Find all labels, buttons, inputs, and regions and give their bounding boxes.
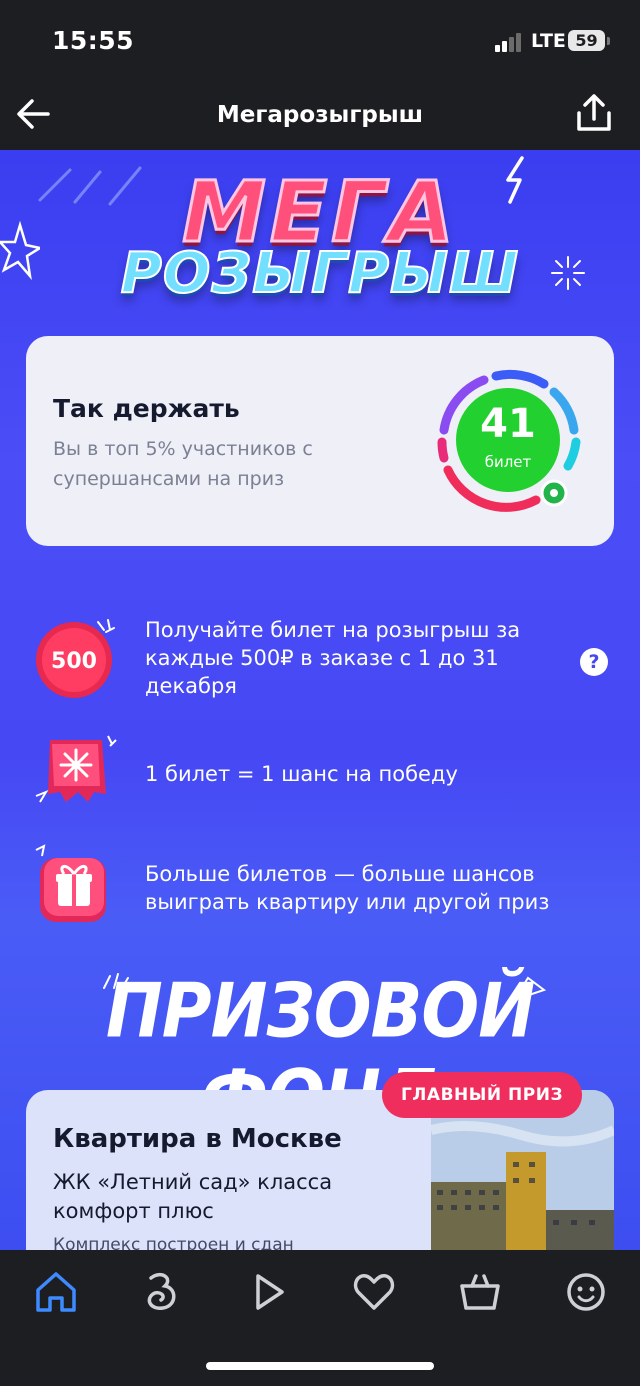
ticket-word: билет xyxy=(484,453,532,471)
prize-title: Квартира в Москве xyxy=(53,1124,342,1154)
star-doodle-icon xyxy=(0,220,40,280)
home-indicator[interactable] xyxy=(206,1362,434,1370)
battery-cap xyxy=(607,37,610,45)
help-icon[interactable]: ? xyxy=(580,648,608,676)
page-title: Мегарозыгрыш xyxy=(216,102,424,128)
flag-doodle-icon xyxy=(512,976,546,1002)
rule-text-3: Больше билетов — больше шансов выиграть … xyxy=(145,862,550,914)
main-prize-badge: ГЛАВНЫЙ ПРИЗ xyxy=(382,1072,582,1118)
battery-icon: 59 xyxy=(568,30,605,51)
burst-icon xyxy=(551,256,585,290)
tab-bar xyxy=(0,1250,640,1386)
rule-text-1: Получайте билет на розыгрыш за каждые 50… xyxy=(145,618,521,698)
catalog-icon[interactable] xyxy=(135,1266,187,1318)
prize-bullet: Комплекс построен и сдан xyxy=(53,1235,294,1250)
basket-icon[interactable] xyxy=(454,1266,506,1318)
heart-icon[interactable] xyxy=(348,1266,400,1318)
share-icon[interactable] xyxy=(574,92,614,134)
home-icon[interactable] xyxy=(30,1266,82,1318)
signal-icon xyxy=(495,33,521,52)
ticket-count: 41 xyxy=(480,401,536,447)
play-icon[interactable] xyxy=(242,1266,294,1318)
stats-title: Так держать xyxy=(53,394,240,423)
nav-bar: Мегарозыгрыш xyxy=(0,80,640,150)
status-bar: 15:55 LTE 59 xyxy=(0,0,640,80)
gift-icon xyxy=(35,844,106,922)
prize-subtitle: ЖК «Летний сад» класса комфорт плюс xyxy=(53,1170,333,1223)
content[interactable]: МЕГА РОЗЫГРЫШ Так держать Вы в топ 5% уч… xyxy=(0,150,640,1250)
hero-banner: МЕГА РОЗЫГРЫШ xyxy=(0,150,640,330)
hero-title-line2: РОЗЫГРЫШ xyxy=(120,241,520,306)
500-coin-icon: 500 xyxy=(36,619,115,698)
status-time: 15:55 xyxy=(52,26,135,55)
profile-icon[interactable] xyxy=(560,1266,612,1318)
stats-card: Так держать Вы в топ 5% участников с суп… xyxy=(26,336,614,546)
stats-text: Вы в топ 5% участников с супершансами на… xyxy=(53,438,313,490)
ticket-icon xyxy=(35,735,117,803)
network-label: LTE xyxy=(531,30,566,52)
coin-badge-text: 500 xyxy=(51,649,97,674)
rule-text-2: 1 билет = 1 шанс на победу xyxy=(145,762,458,786)
